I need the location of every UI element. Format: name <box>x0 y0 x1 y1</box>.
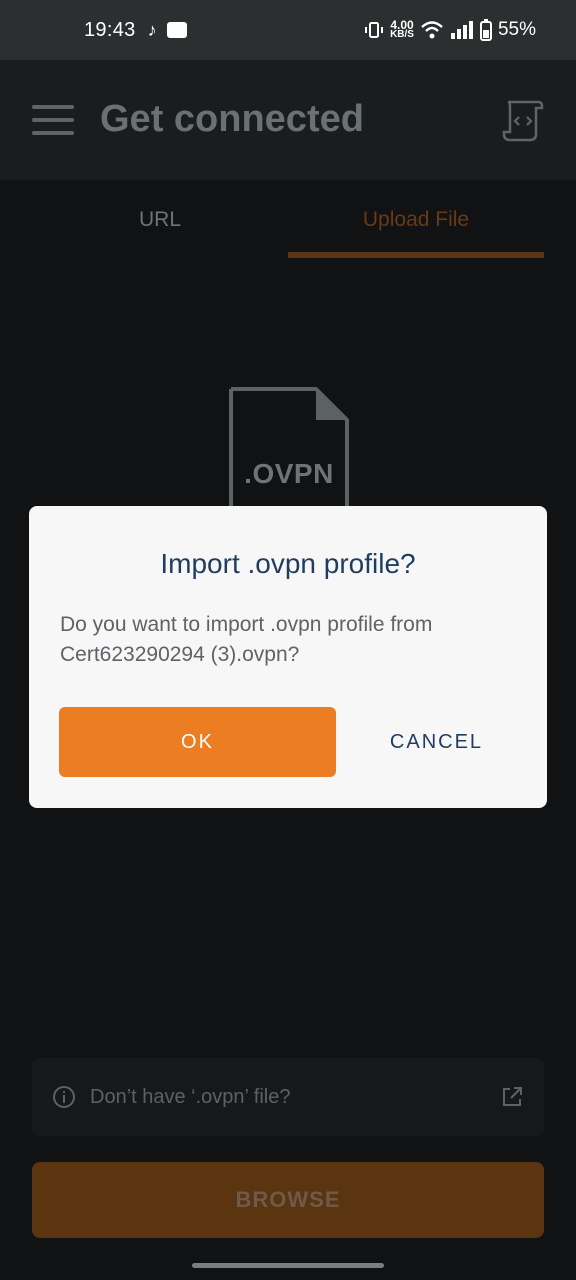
net-speed-unit: KB/S <box>390 29 414 40</box>
ovpn-file-icon <box>229 387 349 516</box>
browse-button[interactable]: BROWSE <box>32 1162 544 1238</box>
tab-bar: URL Upload File <box>32 180 544 260</box>
top-app-bar: Get connected <box>0 60 576 180</box>
status-bar: 19:43 ♪ 4.00 KB/S 55% <box>0 0 576 60</box>
cancel-button[interactable]: CANCEL <box>349 707 524 777</box>
tiktok-icon: ♪ <box>147 19 157 40</box>
dialog-message: Do you want to import .ovpn profile from… <box>60 613 433 666</box>
tab-url[interactable]: URL <box>32 180 288 260</box>
info-icon <box>53 1086 75 1108</box>
code-script-icon[interactable] <box>500 98 546 142</box>
battery-icon <box>479 19 492 41</box>
ovpn-file-label: .OVPN <box>244 458 334 489</box>
status-right: 4.00 KB/S 55% <box>364 19 536 41</box>
signal-icon <box>450 21 473 39</box>
external-link-icon <box>503 1087 522 1106</box>
help-text: Don’t have ‘.ovpn’ file? <box>90 1085 291 1108</box>
active-tab-indicator <box>288 252 544 258</box>
notification-icons: ♪ <box>148 20 187 41</box>
home-indicator[interactable] <box>192 1263 384 1268</box>
status-time: 19:43 <box>84 18 136 41</box>
net-speed: 4.00 KB/S <box>390 19 414 40</box>
app-notification-icon <box>166 22 187 38</box>
import-dialog: Import .ovpn profile? Do you want to imp… <box>29 506 547 808</box>
dialog-title: Import .ovpn profile? <box>160 548 416 579</box>
vibrate-icon <box>365 22 384 38</box>
battery-percent: 55% <box>497 19 536 40</box>
ok-button[interactable]: OK <box>59 707 336 777</box>
hamburger-menu-icon[interactable] <box>32 105 74 135</box>
wifi-icon <box>421 21 443 39</box>
tab-upload-file[interactable]: Upload File <box>288 180 544 260</box>
help-link[interactable]: Don’t have ‘.ovpn’ file? <box>32 1058 544 1136</box>
page-title: Get connected <box>100 98 364 140</box>
